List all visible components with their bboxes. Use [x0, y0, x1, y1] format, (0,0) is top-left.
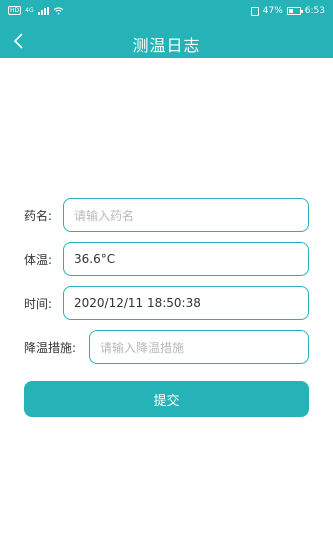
cooling-input[interactable]: 请输入降温措施 [89, 330, 309, 364]
medicine-input[interactable]: 请输入药名 [63, 198, 309, 232]
vibrate-icon [250, 6, 259, 16]
status-left: HD 4G [8, 6, 64, 15]
network-type: 4G [25, 7, 34, 14]
page-title: 测温日志 [132, 36, 201, 55]
medicine-label: 药名: [24, 209, 53, 223]
hd-badge: HD [8, 6, 22, 15]
form-row-temperature: 体温: 36.6°C [24, 242, 309, 276]
form-row-cooling: 降温措施: 请输入降温措施 [24, 330, 309, 364]
temperature-label: 体温: [24, 253, 53, 267]
cooling-label: 降温措施: [24, 341, 77, 355]
battery-icon [286, 7, 303, 15]
form-row-time: 时间: 2020/12/11 18:50:38 [24, 286, 309, 320]
submit-button[interactable]: 提交 [24, 381, 309, 417]
wifi-icon [53, 6, 63, 15]
battery-percent: 47% [262, 6, 283, 16]
time-input[interactable]: 2020/12/11 18:50:38 [63, 286, 309, 320]
form-row-medicine: 药名: 请输入药名 [24, 198, 309, 232]
status-time: 6:53 [304, 6, 325, 16]
status-bar: HD 4G 47% 6:53 [0, 0, 333, 22]
status-right: 47% 6:53 [250, 6, 325, 16]
time-label: 时间: [24, 297, 53, 311]
temperature-input[interactable]: 36.6°C [63, 242, 309, 276]
app-header: HD 4G 47% 6:53 测温日志 [0, 0, 333, 58]
signal-icon [37, 6, 49, 15]
